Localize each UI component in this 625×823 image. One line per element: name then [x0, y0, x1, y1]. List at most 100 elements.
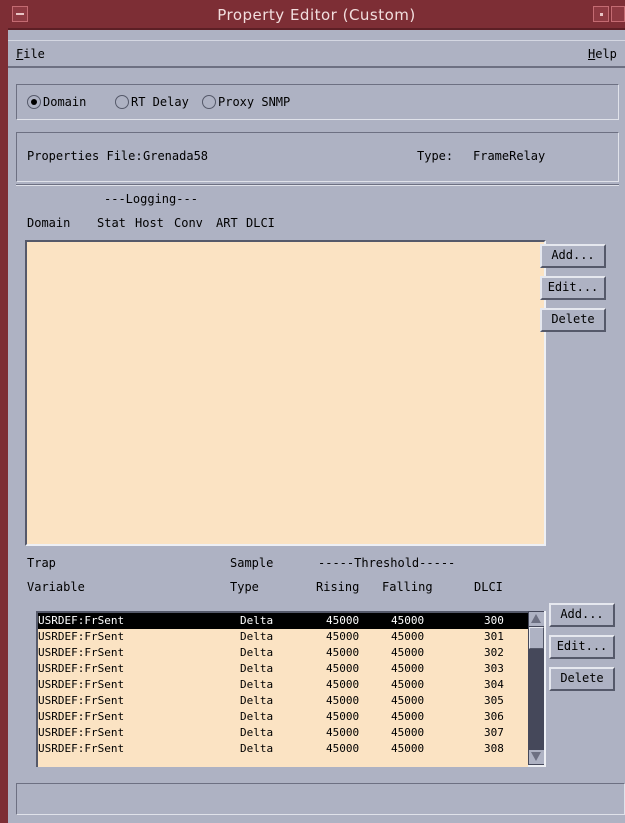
- domain-delete-button[interactable]: Delete: [540, 308, 606, 332]
- menu-file[interactable]: File: [16, 47, 45, 61]
- trap-rising: 45000: [326, 646, 360, 659]
- trap-row[interactable]: USRDEF:FrSent Delta 45000 45000 306: [38, 709, 530, 725]
- properties-info: Properties File: Grenada58 Type: FrameRe…: [16, 132, 619, 182]
- trap-variable: USRDEF:FrSent: [38, 614, 125, 627]
- trap-sample-type: Delta: [240, 662, 274, 675]
- mode-radio-group: Domain RT Delay Proxy SNMP: [16, 84, 619, 120]
- trap-rising: 45000: [326, 630, 360, 643]
- threshold-header: -----Threshold-----: [318, 556, 456, 570]
- maximize-icon[interactable]: [611, 6, 625, 22]
- trap-falling: 45000: [391, 710, 425, 723]
- trap-dlci: 300: [484, 614, 504, 627]
- trap-rising: 45000: [326, 726, 360, 739]
- trap-dlci: 303: [484, 662, 504, 675]
- radio-domain[interactable]: Domain: [27, 95, 86, 109]
- radio-proxy-snmp[interactable]: Proxy SNMP: [202, 95, 290, 109]
- type-label: Type:: [417, 149, 454, 163]
- col-conv: Conv: [174, 216, 203, 230]
- menu-help[interactable]: Help: [588, 47, 617, 61]
- dlci-header: DLCI: [474, 580, 503, 594]
- trap-row[interactable]: USRDEF:FrSent Delta 45000 45000 303: [38, 661, 530, 677]
- trap-edit-button[interactable]: Edit...: [549, 635, 615, 659]
- radio-rt-delay[interactable]: RT Delay: [115, 95, 189, 109]
- trap-row[interactable]: USRDEF:FrSent Delta 45000 45000 308: [38, 741, 530, 757]
- menu-bar: File Help: [8, 40, 625, 68]
- variable-header: Variable: [27, 580, 85, 594]
- radio-rt-delay-indicator[interactable]: [115, 95, 129, 109]
- title-bar[interactable]: Property Editor (Custom): [8, 0, 625, 30]
- domain-list[interactable]: [25, 240, 546, 546]
- trap-dlci: 304: [484, 678, 504, 691]
- falling-header: Falling: [382, 580, 433, 594]
- trap-sample-type: Delta: [240, 710, 274, 723]
- radio-domain-label: Domain: [43, 95, 87, 109]
- sample-header: Sample: [230, 556, 274, 570]
- status-bar: [16, 783, 625, 815]
- trap-row[interactable]: USRDEF:FrSent Delta 45000 45000 300: [38, 613, 530, 629]
- trap-sample-type: Delta: [240, 742, 274, 755]
- trap-rising: 45000: [326, 662, 360, 675]
- col-stat: Stat: [97, 216, 126, 230]
- trap-falling: 45000: [391, 646, 425, 659]
- trap-row[interactable]: USRDEF:FrSent Delta 45000 45000 302: [38, 645, 530, 661]
- trap-falling: 45000: [391, 694, 425, 707]
- domain-add-button[interactable]: Add...: [540, 244, 606, 268]
- trap-variable: USRDEF:FrSent: [38, 726, 125, 739]
- minimize-icon[interactable]: [593, 6, 609, 22]
- window-title: Property Editor (Custom): [217, 6, 416, 24]
- radio-rt-delay-label: RT Delay: [131, 95, 189, 109]
- trap-variable: USRDEF:FrSent: [38, 662, 125, 675]
- radio-proxy-snmp-label: Proxy SNMP: [218, 95, 291, 109]
- trap-falling: 45000: [391, 726, 425, 739]
- col-host: Host: [135, 216, 164, 230]
- rising-header: Rising: [316, 580, 360, 594]
- trap-row[interactable]: USRDEF:FrSent Delta 45000 45000 307: [38, 725, 530, 741]
- col-domain: Domain: [27, 216, 71, 230]
- trap-falling: 45000: [391, 678, 425, 691]
- scrollbar-thumb[interactable]: [529, 627, 544, 649]
- trap-rising: 45000: [326, 742, 360, 755]
- trap-row[interactable]: USRDEF:FrSent Delta 45000 45000 301: [38, 629, 530, 645]
- logging-group-header: ---Logging---: [104, 192, 198, 206]
- trap-sample-type: Delta: [240, 646, 274, 659]
- domain-edit-button[interactable]: Edit...: [540, 276, 606, 300]
- properties-file-value: Grenada58: [143, 149, 209, 163]
- radio-domain-indicator[interactable]: [27, 95, 41, 109]
- trap-dlci: 307: [484, 726, 504, 739]
- trap-variable: USRDEF:FrSent: [38, 646, 125, 659]
- trap-dlci: 301: [484, 630, 504, 643]
- trap-row[interactable]: USRDEF:FrSent Delta 45000 45000 304: [38, 677, 530, 693]
- trap-variable: USRDEF:FrSent: [38, 630, 125, 643]
- type-header: Type: [230, 580, 259, 594]
- trap-dlci: 308: [484, 742, 504, 755]
- trap-sample-type: Delta: [240, 726, 274, 739]
- property-editor-window: Property Editor (Custom) File Help Domai…: [0, 0, 625, 823]
- trap-add-button[interactable]: Add...: [549, 603, 615, 627]
- trap-variable: USRDEF:FrSent: [38, 710, 125, 723]
- radio-proxy-snmp-indicator[interactable]: [202, 95, 216, 109]
- trap-variable: USRDEF:FrSent: [38, 694, 125, 707]
- trap-header: Trap: [27, 556, 56, 570]
- scroll-down-arrow-icon[interactable]: [529, 750, 544, 764]
- trap-sample-type: Delta: [240, 678, 274, 691]
- trap-delete-button[interactable]: Delete: [549, 667, 615, 691]
- trap-falling: 45000: [391, 742, 425, 755]
- properties-file-label: Properties File:: [27, 149, 143, 163]
- trap-dlci: 302: [484, 646, 504, 659]
- trap-dlci: 305: [484, 694, 504, 707]
- trap-rising: 45000: [326, 614, 360, 627]
- trap-row[interactable]: USRDEF:FrSent Delta 45000 45000 305: [38, 693, 530, 709]
- menu-help-label: elp: [595, 47, 617, 61]
- trap-sample-type: Delta: [240, 614, 274, 627]
- trap-sample-type: Delta: [240, 630, 274, 643]
- trap-falling: 45000: [391, 662, 425, 675]
- trap-rising: 45000: [326, 678, 360, 691]
- scroll-up-arrow-icon[interactable]: [529, 612, 544, 626]
- type-value: FrameRelay: [473, 149, 546, 163]
- trap-dlci: 306: [484, 710, 504, 723]
- trap-variable: USRDEF:FrSent: [38, 678, 125, 691]
- trap-falling: 45000: [391, 630, 425, 643]
- trap-list-scrollbar[interactable]: [528, 611, 546, 767]
- section-divider: [16, 184, 619, 186]
- trap-list[interactable]: USRDEF:FrSent Delta 45000 45000 300 USRDEF:F…: [36, 611, 530, 767]
